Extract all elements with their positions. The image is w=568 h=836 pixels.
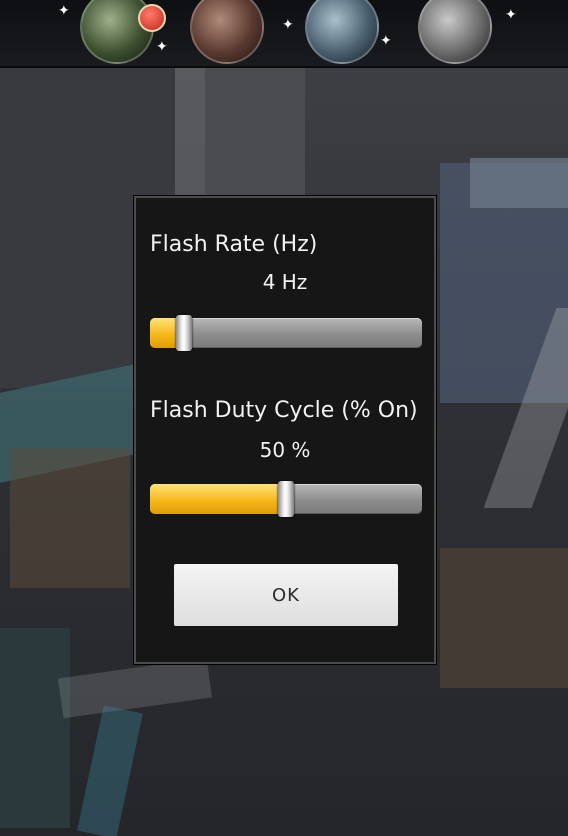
sparkle-icon: ✦ bbox=[380, 33, 392, 49]
sparkle-icon: ✦ bbox=[505, 7, 517, 23]
silver-orb-icon[interactable] bbox=[418, 0, 492, 64]
sparkle-icon: ✦ bbox=[156, 39, 168, 55]
flash-rate-slider[interactable] bbox=[150, 315, 422, 351]
blue-orb-icon[interactable] bbox=[305, 0, 379, 64]
top-orb-bar: ✦ ✦ ✦ ✦ ✦ bbox=[0, 0, 568, 68]
duty-cycle-value: 50 % bbox=[259, 438, 311, 462]
duty-cycle-slider[interactable] bbox=[150, 481, 422, 517]
slider-thumb[interactable] bbox=[278, 481, 294, 517]
flash-rate-label: Flash Rate (Hz) bbox=[150, 232, 318, 257]
ok-button[interactable]: OK bbox=[174, 564, 398, 626]
sparkle-icon: ✦ bbox=[282, 17, 294, 33]
duty-cycle-label: Flash Duty Cycle (% On) bbox=[150, 398, 418, 423]
sparkle-icon: ✦ bbox=[58, 3, 70, 19]
slider-thumb[interactable] bbox=[176, 315, 192, 351]
flash-rate-value: 4 Hz bbox=[262, 270, 308, 294]
red-orb-icon[interactable] bbox=[190, 0, 264, 64]
notification-badge-icon bbox=[138, 4, 166, 32]
flash-settings-dialog: Flash Rate (Hz) 4 Hz Flash Duty Cycle (%… bbox=[134, 196, 436, 664]
slider-fill bbox=[150, 484, 286, 514]
